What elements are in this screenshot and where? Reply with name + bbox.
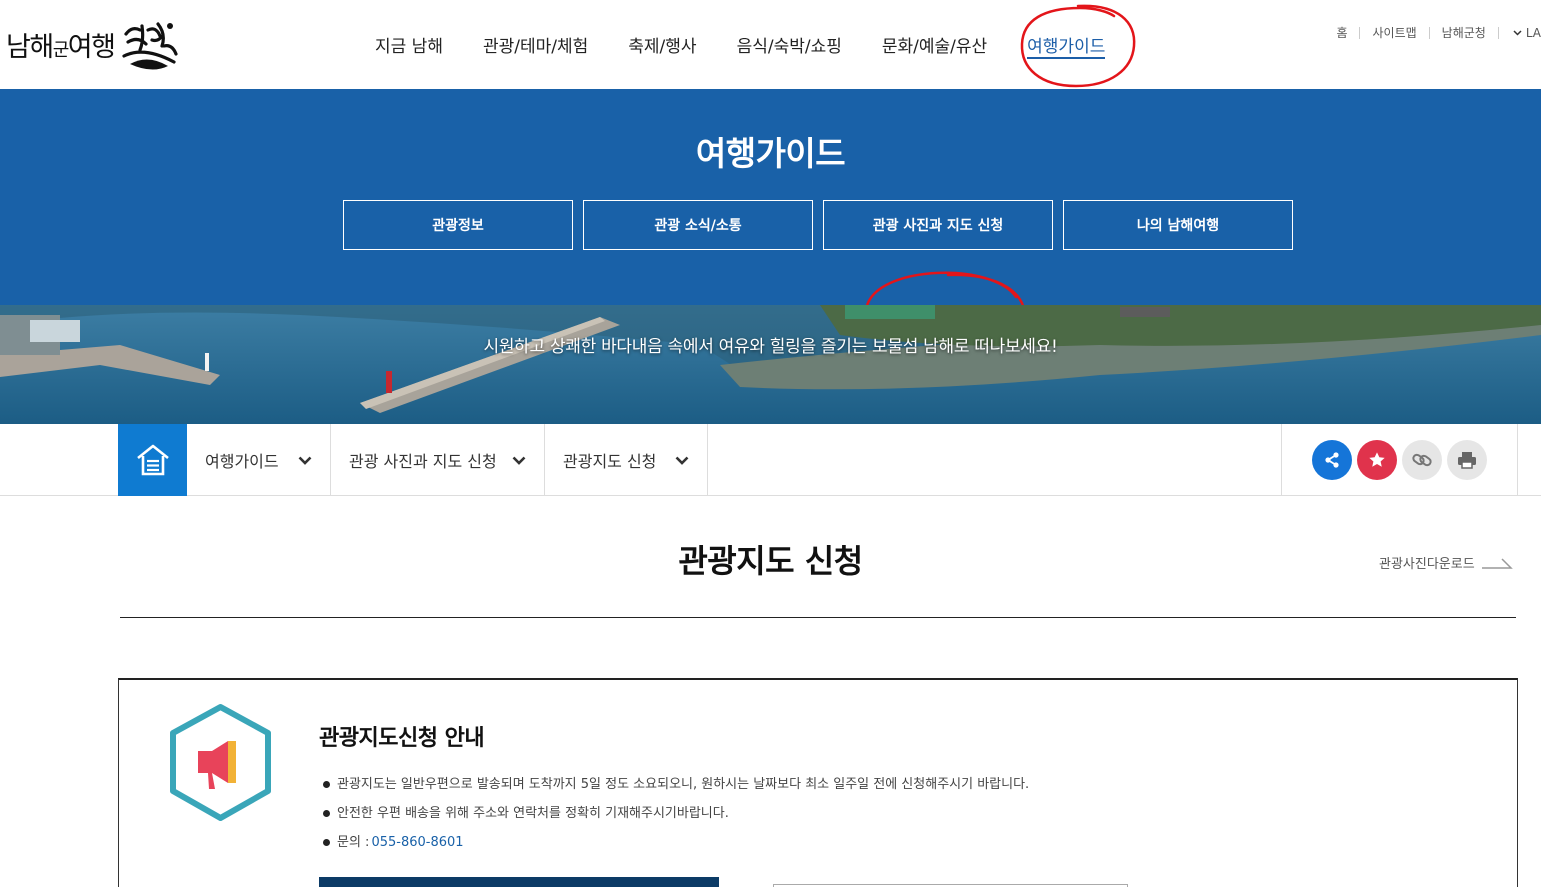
nav-item-food-stay[interactable]: 음식/숙박/쇼핑	[717, 0, 862, 89]
divider	[120, 617, 1516, 618]
chevron-down-icon	[675, 456, 689, 465]
utility-menu: 홈 사이트맵 남해군청 LA	[1324, 26, 1541, 40]
info-list: 관광지도는 일반우편으로 발송되며 도착까지 5일 정도 소요되오니, 원하시는…	[323, 770, 1029, 857]
nav-item-festival[interactable]: 축제/행사	[608, 0, 716, 89]
logo-wordmark: 남해군여행	[6, 31, 116, 63]
section-title: 여행가이드	[695, 134, 846, 173]
photo-download-link[interactable]: 관광사진다운로드	[1379, 553, 1513, 572]
sub-nav: 관광정보 관광 소식/소통 관광 사진과 지도 신청 나의 남해여행	[343, 200, 1293, 250]
share-button[interactable]	[1312, 440, 1352, 480]
language-label: LA	[1525, 26, 1541, 40]
info-item-contact: 문의 : 055-860-8601	[323, 828, 1029, 857]
contact-phone[interactable]: 055-860-8601	[371, 828, 463, 857]
nav-item-travel-guide[interactable]: 여행가이드	[1007, 0, 1125, 89]
logo-calligraphy-icon	[122, 22, 179, 70]
hero-photo: 시원하고 상쾌한 바다내음 속에서 여유와 힐링을 즐기는 보물섬 남해로 떠나…	[0, 305, 1541, 424]
section-banner: 여행가이드 관광정보 관광 소식/소통 관광 사진과 지도 신청 나의 남해여행	[0, 89, 1541, 359]
util-home-link[interactable]: 홈	[1324, 27, 1361, 39]
language-select[interactable]: LA	[1499, 26, 1541, 40]
share-icon	[1325, 452, 1339, 468]
breadcrumb-label: 여행가이드	[205, 452, 279, 471]
print-button[interactable]	[1447, 440, 1487, 480]
request-button[interactable]	[319, 877, 719, 887]
favorite-button[interactable]	[1357, 440, 1397, 480]
nav-item-now-namhae[interactable]: 지금 남해	[355, 0, 463, 89]
photo-caption: 시원하고 상쾌한 바다내음 속에서 여유와 힐링을 즐기는 보물섬 남해로 떠나…	[483, 337, 1058, 357]
info-item-address: 안전한 우편 배송을 위해 주소와 연락처를 정확히 기재해주시기바랍니다.	[323, 799, 1029, 828]
page-title: 관광지도 신청	[678, 542, 863, 580]
breadcrumb-level-1[interactable]: 여행가이드	[187, 424, 331, 496]
site-header: 남해군여행 지금 남해 관광/테마/체험 축제/행사 음식/숙박/쇼핑 문화/예…	[0, 0, 1541, 89]
print-icon	[1458, 452, 1476, 469]
request-info-box: 관광지도신청 안내 관광지도는 일반우편으로 발송되며 도착까지 5일 정도 소…	[118, 678, 1518, 887]
subnav-tour-news[interactable]: 관광 소식/소통	[583, 200, 813, 250]
nav-item-culture[interactable]: 문화/예술/유산	[862, 0, 1007, 89]
subnav-photo-map-request[interactable]: 관광 사진과 지도 신청	[823, 200, 1053, 250]
bullet-icon	[323, 839, 330, 846]
util-sitemap-link[interactable]: 사이트맵	[1360, 27, 1430, 39]
nav-item-tour-theme[interactable]: 관광/테마/체험	[463, 0, 608, 89]
harbor-photo-image	[0, 305, 1541, 424]
page-tools	[1281, 424, 1518, 496]
chevron-down-icon	[512, 456, 526, 465]
bullet-icon	[323, 781, 330, 788]
chevron-down-icon	[1513, 30, 1522, 36]
breadcrumb-level-2[interactable]: 관광 사진과 지도 신청	[331, 424, 545, 496]
arrow-right-icon	[1481, 557, 1513, 569]
copy-link-button[interactable]	[1402, 440, 1442, 480]
subnav-my-trip[interactable]: 나의 남해여행	[1063, 200, 1293, 250]
info-item-delivery: 관광지도는 일반우편으로 발송되며 도착까지 5일 정도 소요되오니, 원하시는…	[323, 770, 1029, 799]
breadcrumb-label: 관광 사진과 지도 신청	[349, 452, 497, 471]
subnav-tour-info[interactable]: 관광정보	[343, 200, 573, 250]
home-button[interactable]	[118, 424, 187, 496]
info-title: 관광지도신청 안내	[319, 726, 485, 751]
link-icon	[1412, 453, 1432, 467]
star-icon	[1369, 452, 1385, 467]
location-bar: 여행가이드 관광 사진과 지도 신청 관광지도 신청	[0, 424, 1541, 496]
site-logo[interactable]: 남해군여행	[6, 14, 180, 74]
chevron-down-icon	[298, 456, 312, 465]
home-icon	[136, 444, 169, 476]
util-county-link[interactable]: 남해군청	[1430, 27, 1499, 39]
main-nav: 지금 남해 관광/테마/체험 축제/행사 음식/숙박/쇼핑 문화/예술/유산 여…	[355, 0, 1125, 89]
breadcrumb-label: 관광지도 신청	[563, 452, 657, 471]
bullet-icon	[323, 810, 330, 817]
breadcrumb-level-3[interactable]: 관광지도 신청	[545, 424, 708, 496]
download-link-label: 관광사진다운로드	[1379, 557, 1475, 572]
megaphone-icon	[170, 704, 271, 821]
